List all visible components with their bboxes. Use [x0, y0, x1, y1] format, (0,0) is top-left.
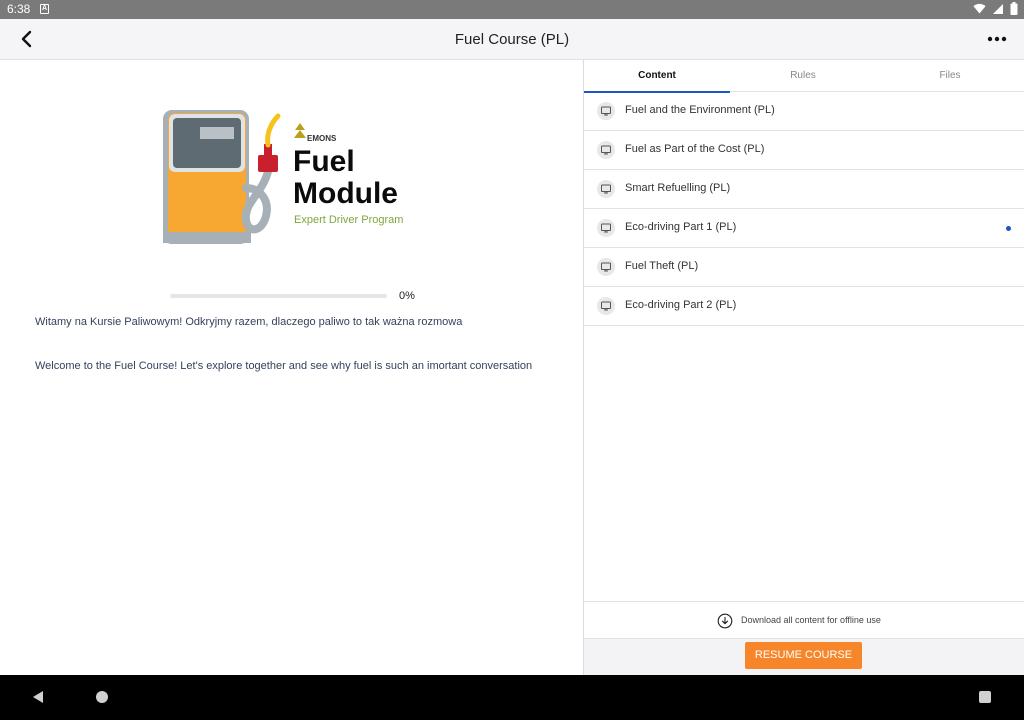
logo-title-line2: Module [293, 177, 398, 210]
lesson-item[interactable]: Fuel Theft (PL) [584, 248, 1024, 287]
nav-home-icon[interactable] [96, 691, 108, 703]
course-progress-label: 0% [399, 290, 415, 302]
lesson-title: Eco-driving Part 1 (PL) [625, 221, 737, 233]
footer-bar: RESUME COURSE [584, 639, 1024, 675]
lesson-title: Smart Refuelling (PL) [625, 182, 731, 194]
lesson-item[interactable]: Eco-driving Part 2 (PL) [584, 287, 1024, 326]
lesson-item[interactable]: Eco-driving Part 1 (PL) [584, 209, 1024, 248]
lesson-item[interactable]: Fuel and the Environment (PL) [584, 92, 1024, 131]
monitor-icon [597, 180, 615, 198]
logo-title-line1: Fuel [293, 145, 355, 178]
system-nav-bar [0, 675, 1024, 720]
status-time: 6:38 [7, 2, 31, 16]
lesson-title: Fuel Theft (PL) [625, 260, 699, 272]
download-circle-icon [717, 613, 733, 629]
monitor-icon [597, 219, 615, 237]
lesson-title: Fuel as Part of the Cost (PL) [625, 143, 765, 155]
tab-files[interactable]: Files [876, 60, 1024, 92]
intro-text-en: Welcome to the Fuel Course! Let's explor… [35, 360, 533, 372]
fuel-module-logo: EMONS Fuel Module Expert Driver Program [163, 110, 403, 244]
notification-icon: A [40, 4, 49, 14]
monitor-icon [597, 258, 615, 276]
more-horizontal-icon[interactable] [986, 28, 1008, 50]
lesson-item[interactable]: Smart Refuelling (PL) [584, 170, 1024, 209]
lesson-list: Fuel and the Environment (PL) Fuel as Par… [584, 92, 1024, 326]
system-icons [973, 2, 1018, 15]
resume-course-button[interactable]: RESUME COURSE [745, 642, 862, 669]
battery-icon [1010, 2, 1018, 15]
signal-icon [993, 3, 1003, 14]
course-overview-pane: EMONS Fuel Module Expert Driver Program … [0, 60, 584, 675]
status-bar: 6:38 A [0, 0, 1024, 19]
wifi-icon [973, 3, 986, 14]
intro-text-pl: Witamy na Kursie Paliwowym! Odkryjmy raz… [35, 316, 463, 328]
lesson-item[interactable]: Fuel as Part of the Cost (PL) [584, 131, 1024, 170]
logo-brand: EMONS [307, 134, 337, 143]
app-screen: 6:38 A Fuel Course (PL) EMONS Fuel Modul… [0, 0, 1024, 720]
monitor-icon [597, 297, 615, 315]
nav-back-icon[interactable] [31, 690, 45, 704]
lesson-title: Eco-driving Part 2 (PL) [625, 299, 737, 311]
logo-subtitle: Expert Driver Program [294, 214, 403, 226]
tab-rules[interactable]: Rules [730, 60, 876, 92]
download-all-label: Download all content for offline use [741, 615, 881, 625]
tab-bar: Content Rules Files [584, 60, 1024, 93]
course-content-pane: Content Rules Files Fuel and the Environ… [584, 60, 1024, 675]
app-bar: Fuel Course (PL) [0, 19, 1024, 60]
course-progress-bar [170, 294, 387, 298]
lesson-title: Fuel and the Environment (PL) [625, 104, 775, 116]
nav-recents-icon[interactable] [979, 691, 991, 703]
monitor-icon [597, 102, 615, 120]
page-title: Fuel Course (PL) [454, 31, 570, 48]
download-all-button[interactable]: Download all content for offline use [584, 601, 1024, 639]
unread-indicator [1006, 226, 1011, 231]
tab-content[interactable]: Content [584, 60, 730, 93]
monitor-icon [597, 141, 615, 159]
